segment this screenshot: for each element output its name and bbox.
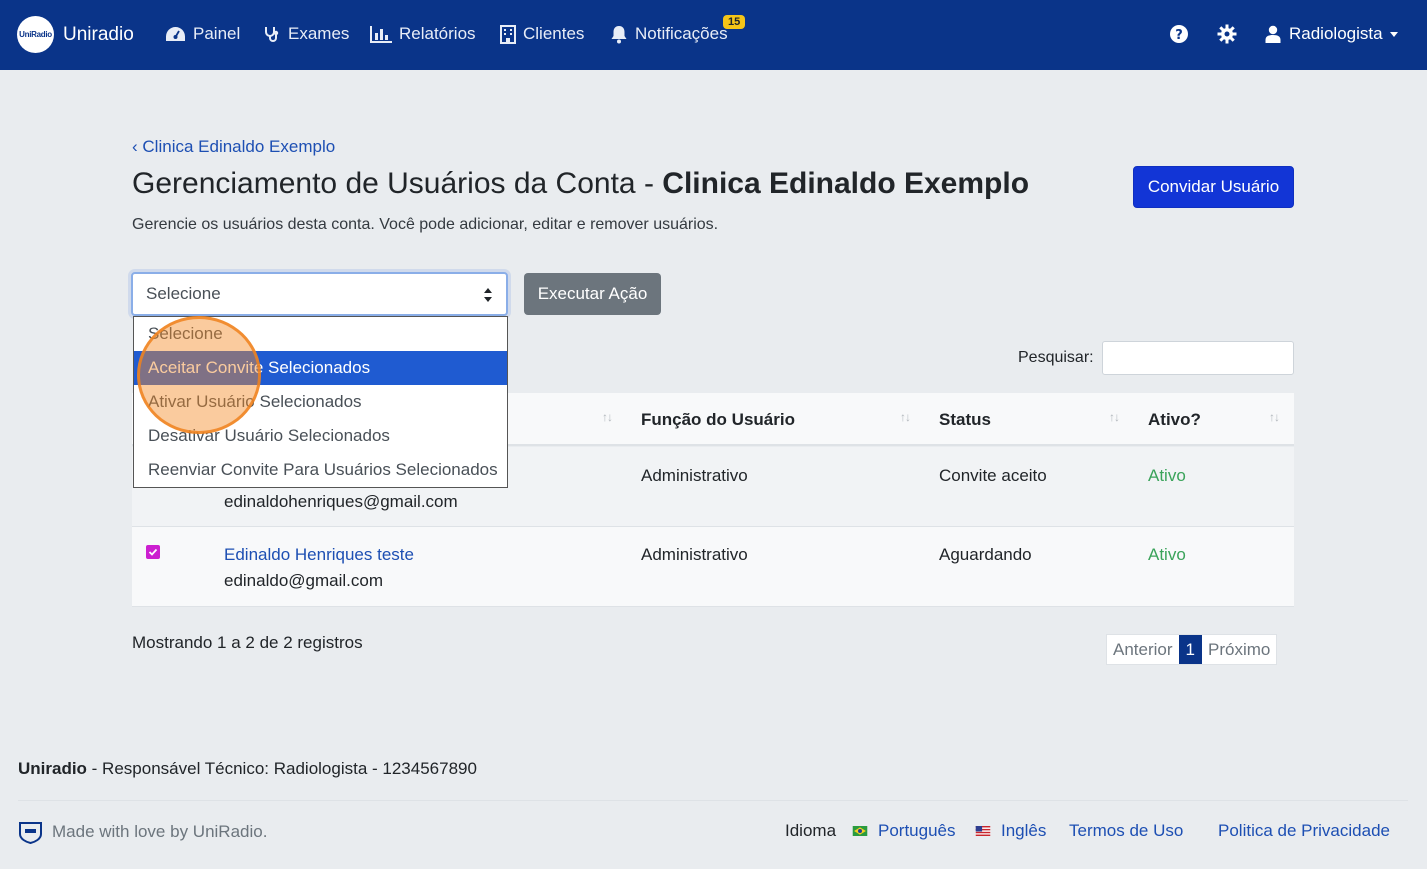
sort-icon[interactable]: ↑↓ xyxy=(1109,410,1120,424)
bar-chart-icon xyxy=(370,25,392,43)
language-english[interactable]: Inglês xyxy=(975,821,1046,841)
help-icon[interactable]: ? xyxy=(1169,24,1189,44)
usa-flag-icon xyxy=(975,826,991,836)
language-english-label: Inglês xyxy=(1001,821,1047,840)
nav-painel[interactable]: Painel xyxy=(165,24,240,44)
column-header-role[interactable]: Função do Usuário xyxy=(641,410,795,430)
user-name-link[interactable]: Edinaldo Henriques teste xyxy=(224,545,414,565)
column-header-status[interactable]: Status xyxy=(939,410,991,430)
top-navbar: UniRadio Uniradio Painel Exames Relatóri… xyxy=(0,0,1427,70)
sort-icon[interactable]: ↑↓ xyxy=(900,410,911,424)
footer-brand: Uniradio xyxy=(18,759,87,778)
user-role: Administrativo xyxy=(641,466,748,485)
bulk-action-select[interactable]: Selecione xyxy=(131,272,508,316)
building-icon xyxy=(500,24,516,44)
user-email: edinaldo@gmail.com xyxy=(224,571,384,590)
search-input[interactable] xyxy=(1102,341,1294,375)
user-icon xyxy=(1265,25,1281,43)
nav-clientes-label: Clientes xyxy=(523,24,585,43)
user-menu[interactable]: Radiologista xyxy=(1265,24,1398,44)
bulk-action-select-value: Selecione xyxy=(146,284,221,303)
records-info: Mostrando 1 a 2 de 2 registros xyxy=(132,633,363,652)
chevron-down-icon xyxy=(1389,31,1398,37)
nav-relatorios-label: Relatórios xyxy=(399,24,476,43)
made-with-love: Made with love by UniRadio. xyxy=(18,820,267,844)
page-title-account: Clinica Edinaldo Exemplo xyxy=(662,167,1030,200)
search-label: Pesquisar: xyxy=(1018,349,1094,366)
brand-name: Uniradio xyxy=(63,23,134,45)
execute-action-button[interactable]: Executar Ação xyxy=(524,273,661,315)
sort-icon[interactable]: ↑↓ xyxy=(602,410,613,424)
made-with-love-text: Made with love by UniRadio. xyxy=(52,822,268,841)
back-link[interactable]: ‹ Clinica Edinaldo Exemplo xyxy=(132,137,335,157)
option-resend-invite[interactable]: Reenviar Convite Para Usuários Seleciona… xyxy=(134,453,507,487)
nav-clientes[interactable]: Clientes xyxy=(500,24,584,44)
uniradio-shield-icon xyxy=(19,822,42,844)
user-status: Aguardando xyxy=(939,545,1032,564)
user-email: edinaldohenriques@gmail.com xyxy=(224,492,458,511)
footer-divider xyxy=(18,800,1408,801)
language-label: Idioma xyxy=(785,821,837,840)
nav-exames-label: Exames xyxy=(288,24,350,43)
user-name: Radiologista xyxy=(1289,24,1383,43)
select-arrows-icon xyxy=(484,288,492,302)
language-portuguese[interactable]: Português xyxy=(852,821,956,841)
dashboard-icon xyxy=(166,26,185,41)
footer-responsible: Uniradio - Responsável Técnico: Radiolog… xyxy=(18,759,477,779)
language-portuguese-label: Português xyxy=(878,821,956,840)
pagination-page-current[interactable]: 1 xyxy=(1178,635,1202,664)
bell-icon xyxy=(611,25,627,43)
page-subtitle: Gerencie os usuários desta conta. Você p… xyxy=(132,216,719,233)
terms-of-use-link[interactable]: Termos de Uso xyxy=(1069,821,1183,841)
table-row: Edinaldo Henriques teste edinaldo@gmail.… xyxy=(132,527,1294,607)
click-highlight-marker xyxy=(137,316,261,434)
stethoscope-icon xyxy=(265,27,279,42)
gear-icon[interactable] xyxy=(1217,24,1237,44)
chevron-left-icon: ‹ xyxy=(132,137,138,156)
user-status: Convite aceito xyxy=(939,466,1047,485)
column-header-active[interactable]: Ativo? xyxy=(1148,410,1201,430)
invite-user-button[interactable]: Convidar Usuário xyxy=(1133,166,1294,208)
privacy-policy-link[interactable]: Politica de Privacidade xyxy=(1218,821,1390,841)
svg-text:?: ? xyxy=(1175,28,1183,43)
pagination-prev[interactable]: Anterior xyxy=(1107,635,1179,664)
pagination: Anterior 1 Próximo xyxy=(1106,634,1278,665)
page-title-prefix: Gerenciamento de Usuários da Conta - xyxy=(132,167,663,200)
back-link-label: Clinica Edinaldo Exemplo xyxy=(142,137,336,156)
nav-notificacoes-label: Notificações xyxy=(635,24,728,43)
brand-link[interactable]: UniRadio Uniradio xyxy=(17,16,134,53)
page-title: Gerenciamento de Usuários da Conta - Cli… xyxy=(132,167,1029,201)
user-active-status: Ativo xyxy=(1148,545,1186,564)
user-active-status: Ativo xyxy=(1148,466,1186,485)
row-checkbox[interactable] xyxy=(146,545,160,559)
nav-painel-label: Painel xyxy=(193,24,241,43)
sort-icon[interactable]: ↑↓ xyxy=(1269,410,1280,424)
user-role: Administrativo xyxy=(641,545,748,564)
footer-responsible-text: - Responsável Técnico: Radiologista - 12… xyxy=(86,759,477,778)
checkmark-icon xyxy=(148,548,158,556)
nav-exames[interactable]: Exames xyxy=(263,24,349,44)
brazil-flag-icon xyxy=(852,826,868,836)
uniradio-logo: UniRadio xyxy=(17,16,54,53)
notification-count-badge: 15 xyxy=(723,15,746,29)
pagination-next[interactable]: Próximo xyxy=(1202,635,1276,664)
nav-relatorios[interactable]: Relatórios xyxy=(370,24,476,44)
nav-notificacoes[interactable]: Notificações xyxy=(610,24,728,44)
